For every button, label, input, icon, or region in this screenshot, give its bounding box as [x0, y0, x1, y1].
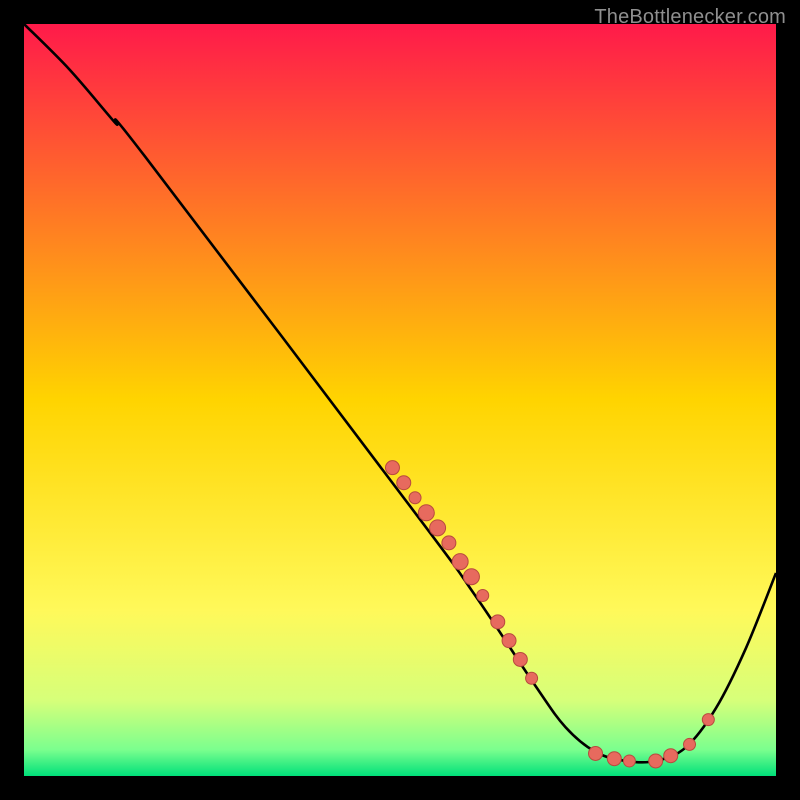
scatter-point [397, 476, 411, 490]
chart-stage: TheBottlenecker.com [0, 0, 800, 800]
scatter-point [418, 505, 434, 521]
scatter-point [684, 738, 696, 750]
scatter-point [649, 754, 663, 768]
plot-area [24, 24, 776, 776]
scatter-point [702, 714, 714, 726]
scatter-point [526, 672, 538, 684]
scatter-point [409, 492, 421, 504]
scatter-point [589, 746, 603, 760]
scatter-point [502, 634, 516, 648]
scatter-point [607, 752, 621, 766]
scatter-point [664, 749, 678, 763]
plot-svg [24, 24, 776, 776]
scatter-point [430, 520, 446, 536]
scatter-point [463, 569, 479, 585]
scatter-point [623, 755, 635, 767]
scatter-point [491, 615, 505, 629]
scatter-point [442, 536, 456, 550]
scatter-point [452, 554, 468, 570]
gradient-background [24, 24, 776, 776]
scatter-point [513, 652, 527, 666]
scatter-point [477, 590, 489, 602]
watermark-text: TheBottlenecker.com [594, 6, 786, 29]
scatter-point [385, 461, 399, 475]
